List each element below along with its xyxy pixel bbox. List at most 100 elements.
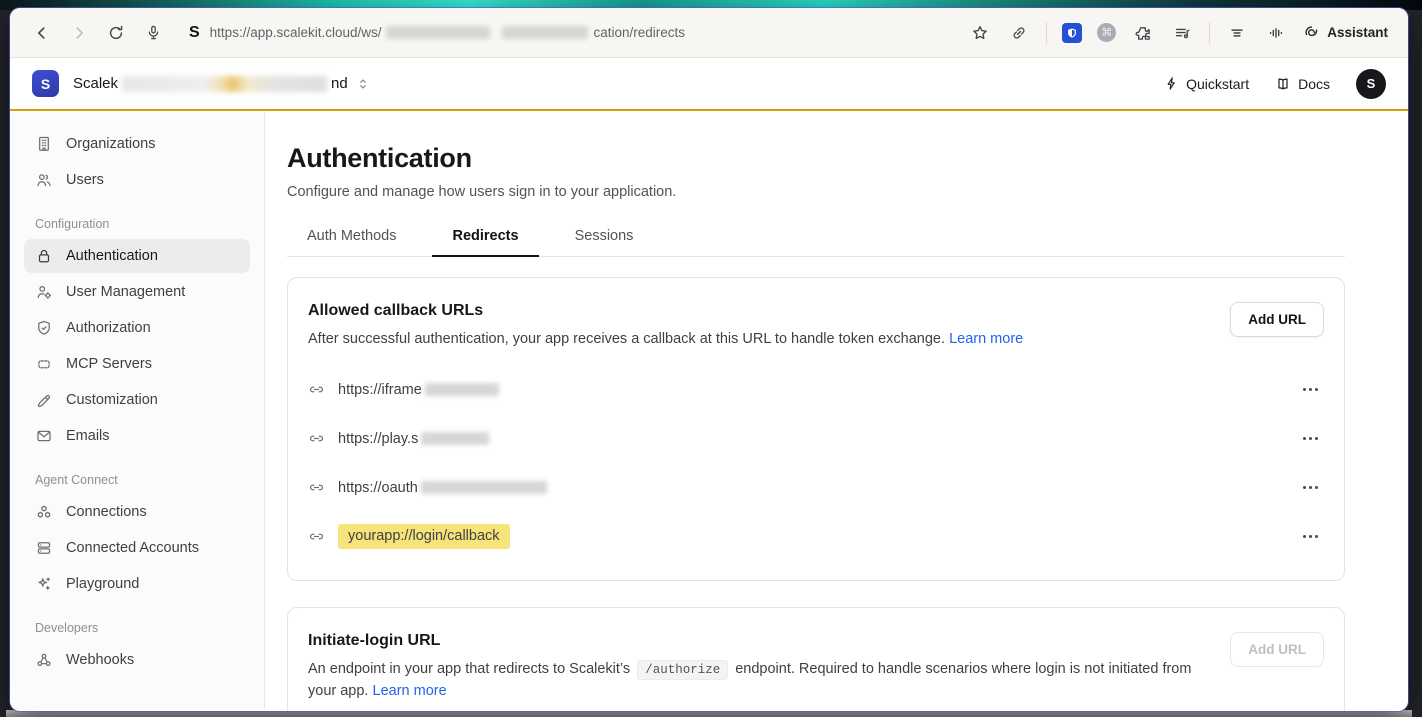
card-header: Initiate-login URL An endpoint in your a… — [308, 632, 1324, 703]
site-favicon: S — [189, 24, 200, 42]
add-url-button-disabled[interactable]: Add URL — [1230, 632, 1324, 667]
header-actions: Quickstart Docs S — [1164, 69, 1386, 99]
reader-lines-icon[interactable] — [1225, 21, 1249, 45]
sidebar-item-emails[interactable]: Emails — [24, 419, 250, 453]
lightning-icon — [1164, 76, 1179, 91]
sidebar-item-label: Playground — [66, 576, 139, 592]
sidebar-item-label: User Management — [66, 284, 185, 300]
brand-name: Scalek — [73, 75, 118, 92]
card-description-text: After successful authentication, your ap… — [308, 331, 945, 347]
learn-more-link[interactable]: Learn more — [373, 683, 447, 699]
main-content: Authentication Configure and manage how … — [265, 111, 1408, 709]
waveform-icon[interactable] — [1264, 21, 1288, 45]
sidebar-section-developers: Developers — [35, 621, 250, 635]
copy-link-icon[interactable] — [1007, 21, 1031, 45]
sidebar-item-label: Users — [66, 172, 104, 188]
url-more-menu-button[interactable] — [1297, 482, 1324, 493]
toolbar-divider — [1209, 22, 1210, 44]
window-bottom-edge — [6, 710, 1412, 717]
sidebar-item-authentication[interactable]: Authentication — [24, 239, 250, 273]
sidebar: Organizations Users Configuration Authen… — [10, 111, 265, 709]
card-title: Initiate-login URL — [308, 632, 1213, 650]
app-header: S Scalek nd Quickstart Docs S — [10, 58, 1408, 111]
sidebar-item-user-management[interactable]: User Management — [24, 275, 250, 309]
link-icon — [308, 430, 325, 447]
sidebar-item-organizations[interactable]: Organizations — [24, 127, 250, 161]
user-gear-icon — [35, 283, 53, 301]
learn-more-link[interactable]: Learn more — [949, 331, 1023, 347]
url-visible-text: https://play.s — [338, 431, 418, 447]
workspace-switcher[interactable]: Scalek nd — [73, 75, 370, 92]
sidebar-item-users[interactable]: Users — [24, 163, 250, 197]
callback-url-row: https://iframe — [308, 377, 1324, 403]
sidebar-item-label: Authorization — [66, 320, 151, 336]
sidebar-item-label: Customization — [66, 392, 158, 408]
microphone-icon[interactable] — [141, 21, 165, 45]
browser-window: S https://app.scalekit.cloud/ws/ cation/… — [10, 8, 1408, 711]
link-icon — [308, 479, 325, 496]
sidebar-item-webhooks[interactable]: Webhooks — [24, 643, 250, 677]
authorize-code-chip: /authorize — [637, 660, 728, 680]
initiate-login-url-card: Initiate-login URL An endpoint in your a… — [287, 607, 1345, 711]
sidebar-item-customization[interactable]: Customization — [24, 383, 250, 417]
nav-controls — [30, 21, 165, 45]
add-url-button[interactable]: Add URL — [1230, 302, 1324, 337]
sidebar-item-connections[interactable]: Connections — [24, 495, 250, 529]
callback-url-row: https://play.s — [308, 426, 1324, 452]
card-description: An endpoint in your app that redirects t… — [308, 659, 1213, 703]
url-visible-text: https://iframe — [338, 382, 422, 398]
book-icon — [1275, 76, 1291, 92]
toolbar-divider — [1046, 22, 1047, 44]
tab-redirects[interactable]: Redirects — [432, 218, 538, 256]
sidebar-item-authorization[interactable]: Authorization — [24, 311, 250, 345]
url-more-menu-button[interactable] — [1297, 433, 1324, 444]
page-title: Authentication — [287, 143, 1345, 174]
environment-name-suffix: nd — [331, 75, 348, 92]
url-more-menu-button[interactable] — [1297, 531, 1324, 542]
extensions-puzzle-icon[interactable] — [1131, 21, 1155, 45]
url-redacted-2 — [502, 26, 588, 39]
callback-url-value: https://iframe — [338, 382, 499, 398]
toolbar-extensions: ⌘ Assistant — [968, 21, 1388, 45]
sidebar-item-connected-accounts[interactable]: Connected Accounts — [24, 531, 250, 565]
allowed-callback-urls-card: Allowed callback URLs After successful a… — [287, 277, 1345, 581]
sidebar-item-playground[interactable]: Playground — [24, 567, 250, 601]
password-manager-icon[interactable] — [1062, 23, 1082, 43]
card-header-text: Allowed callback URLs After successful a… — [308, 302, 1023, 351]
user-avatar[interactable]: S — [1356, 69, 1386, 99]
card-description-text: An endpoint in your app that redirects t… — [308, 661, 630, 677]
callback-url-value: https://play.s — [338, 431, 489, 447]
app-body: Organizations Users Configuration Authen… — [10, 111, 1408, 709]
callback-url-list: https://iframe https://play.s — [308, 377, 1324, 550]
url-text[interactable]: https://app.scalekit.cloud/ws/ cation/re… — [210, 25, 685, 40]
tab-queue-icon[interactable] — [1170, 21, 1194, 45]
reload-icon[interactable] — [104, 21, 128, 45]
shortcut-extension-icon[interactable]: ⌘ — [1097, 23, 1116, 42]
server-stack-icon — [35, 539, 53, 557]
card-title: Allowed callback URLs — [308, 302, 1023, 320]
quickstart-button[interactable]: Quickstart — [1164, 76, 1249, 92]
scalekit-logo: S — [32, 70, 59, 97]
sidebar-item-mcp-servers[interactable]: MCP Servers — [24, 347, 250, 381]
url-more-menu-button[interactable] — [1297, 384, 1324, 395]
callback-url-value-highlighted: yourapp://login/callback — [338, 524, 510, 549]
card-header: Allowed callback URLs After successful a… — [308, 302, 1324, 351]
shield-check-icon — [35, 319, 53, 337]
lock-icon — [35, 247, 53, 265]
assistant-label: Assistant — [1327, 25, 1388, 40]
docs-button[interactable]: Docs — [1275, 76, 1330, 92]
assistant-button[interactable]: Assistant — [1303, 24, 1388, 41]
back-icon[interactable] — [30, 21, 54, 45]
robot-icon — [35, 355, 53, 373]
envelope-icon — [35, 427, 53, 445]
tab-sessions[interactable]: Sessions — [555, 218, 654, 256]
building-icon — [35, 135, 53, 153]
sidebar-section-agent-connect: Agent Connect — [35, 473, 250, 487]
forward-icon[interactable] — [67, 21, 91, 45]
address-bar[interactable]: S https://app.scalekit.cloud/ws/ cation/… — [189, 24, 968, 42]
bookmark-star-icon[interactable] — [968, 21, 992, 45]
url-suffix: cation/redirects — [594, 25, 686, 40]
tab-auth-methods[interactable]: Auth Methods — [287, 218, 416, 256]
users-icon — [35, 171, 53, 189]
url-redacted-part — [425, 383, 499, 396]
